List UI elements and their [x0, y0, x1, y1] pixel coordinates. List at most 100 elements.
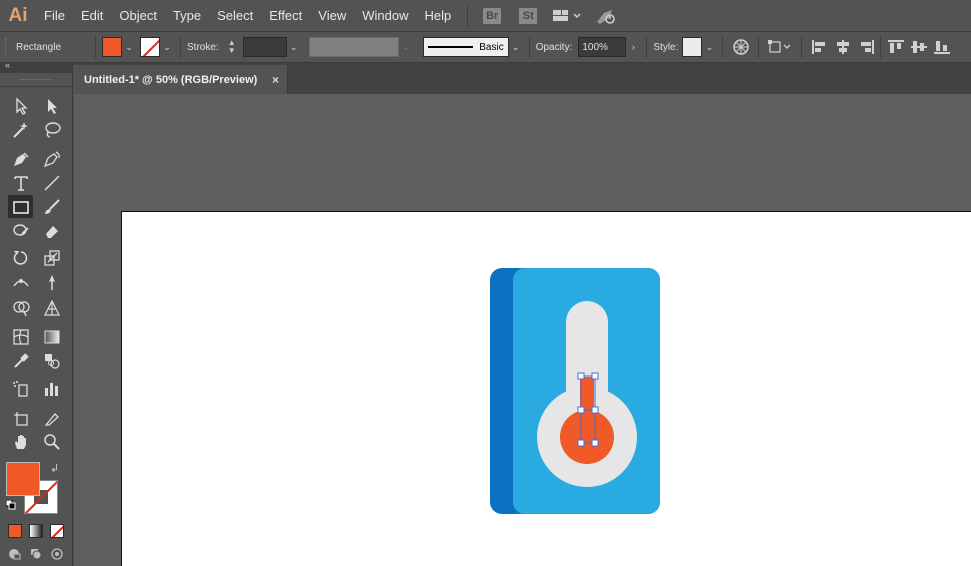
type-tool[interactable]: [8, 171, 33, 194]
tools-panel-grip[interactable]: [0, 73, 72, 87]
scale-tool[interactable]: [39, 246, 64, 269]
transform-button[interactable]: [765, 35, 795, 59]
brush-definition[interactable]: Basic: [422, 37, 509, 57]
slice-tool[interactable]: [39, 407, 64, 430]
eyedropper-tool[interactable]: [8, 349, 33, 372]
zoom-tool[interactable]: [39, 430, 64, 453]
gpu-performance-button[interactable]: [594, 7, 618, 25]
menu-help[interactable]: Help: [416, 0, 459, 31]
brush-dropdown-icon[interactable]: ⌄: [509, 37, 523, 57]
stroke-dropdown-icon[interactable]: ⌄: [160, 37, 174, 57]
stroke-weight-spinner[interactable]: ▲ ▼: [225, 37, 239, 57]
thermometer-artwork[interactable]: [122, 212, 971, 566]
mesh-tool[interactable]: [8, 325, 33, 348]
canvas-area[interactable]: [74, 94, 971, 566]
selection-arrow-icon: [15, 96, 28, 115]
gradient-mode-button[interactable]: [29, 524, 43, 538]
control-bar-grip[interactable]: [5, 38, 7, 56]
align-top-button[interactable]: [884, 35, 907, 59]
shape-builder-icon: [12, 300, 30, 316]
variable-width-profile[interactable]: [308, 37, 399, 57]
fill-color-swatch[interactable]: [102, 37, 122, 57]
symbol-sprayer-tool[interactable]: [8, 377, 33, 400]
profile-dropdown-icon[interactable]: ⌄: [399, 37, 413, 57]
selection-tool[interactable]: [8, 94, 33, 117]
pen-nib-icon: [13, 151, 29, 166]
rotate-icon: [13, 250, 27, 265]
menu-view[interactable]: View: [310, 0, 354, 31]
column-graph-icon: [44, 382, 58, 396]
perspective-grid-tool[interactable]: [39, 296, 64, 319]
color-mode-button[interactable]: [8, 524, 22, 538]
menu-file[interactable]: File: [36, 0, 73, 31]
lasso-tool[interactable]: [39, 118, 64, 141]
align-left-button[interactable]: [808, 35, 831, 59]
opacity-flyout-icon[interactable]: ›: [626, 37, 640, 57]
menu-type[interactable]: Type: [165, 0, 209, 31]
rotate-tool[interactable]: [8, 246, 33, 269]
column-graph-tool[interactable]: [39, 377, 64, 400]
direct-selection-tool[interactable]: [39, 94, 64, 117]
app-logo: Ai: [8, 4, 28, 26]
artboard-tool[interactable]: [8, 407, 33, 430]
align-bottom-button[interactable]: [930, 35, 953, 59]
mesh-icon: [12, 328, 29, 345]
arrange-documents-button[interactable]: [552, 8, 582, 24]
artboard[interactable]: [121, 211, 971, 566]
eraser-tool[interactable]: [39, 219, 64, 242]
collapse-panel-icon[interactable]: «: [5, 60, 10, 70]
gradient-tool[interactable]: [39, 325, 64, 348]
magic-wand-tool[interactable]: [8, 118, 33, 141]
reference-point-icon: [768, 40, 791, 53]
swap-fill-stroke-icon[interactable]: ↲: [50, 462, 59, 475]
document-tab[interactable]: Untitled-1* @ 50% (RGB/Preview) ×: [73, 65, 288, 94]
width-tool[interactable]: [8, 271, 33, 294]
draw-behind-button[interactable]: [29, 548, 43, 560]
rectangle-icon: [12, 200, 29, 214]
perspective-grid-icon: [43, 299, 60, 316]
type-t-icon: [13, 175, 28, 191]
blend-tool[interactable]: [39, 349, 64, 372]
paintbrush-tool[interactable]: [39, 195, 64, 218]
line-segment-tool[interactable]: [39, 171, 64, 194]
control-divider: [528, 36, 530, 58]
stroke-color-swatch[interactable]: [140, 37, 160, 57]
hand-tool[interactable]: [8, 430, 33, 453]
free-transform-tool[interactable]: [39, 271, 64, 294]
shaper-tool[interactable]: [8, 219, 33, 242]
stroke-weight-input[interactable]: [242, 37, 287, 57]
recolor-artwork-button[interactable]: [729, 35, 752, 59]
menu-edit[interactable]: Edit: [73, 0, 111, 31]
opacity-label[interactable]: Opacity:: [536, 42, 573, 53]
menu-bar: Ai File Edit Object Type Select Effect V…: [0, 0, 971, 31]
graphic-style-swatch[interactable]: [682, 37, 703, 57]
pen-tool[interactable]: [8, 147, 33, 170]
align-vertical-center-button[interactable]: [907, 35, 930, 59]
menu-effect[interactable]: Effect: [261, 0, 310, 31]
fill-swatch-large[interactable]: [6, 462, 40, 496]
fill-dropdown-icon[interactable]: ⌄: [122, 37, 136, 57]
close-tab-icon[interactable]: ×: [272, 73, 279, 87]
menu-object[interactable]: Object: [111, 0, 165, 31]
menu-select[interactable]: Select: [209, 0, 261, 31]
stock-button[interactable]: St: [519, 7, 538, 24]
none-mode-button[interactable]: [50, 524, 64, 538]
rectangle-tool[interactable]: [8, 195, 33, 218]
curvature-tool[interactable]: [39, 147, 64, 170]
menu-window[interactable]: Window: [354, 0, 416, 31]
shape-builder-tool[interactable]: [8, 296, 33, 319]
align-right-button[interactable]: [854, 35, 877, 59]
opacity-input[interactable]: 100%: [578, 37, 627, 57]
lasso-icon: [44, 121, 61, 138]
stroke-weight-dropdown-icon[interactable]: ⌄: [287, 37, 301, 57]
draw-inside-button[interactable]: [50, 548, 64, 560]
draw-normal-button[interactable]: [8, 548, 22, 560]
blend-icon: [44, 353, 60, 369]
current-tool-name: Rectangle: [16, 41, 62, 53]
default-fill-stroke-icon[interactable]: [6, 500, 16, 510]
bridge-button[interactable]: Br: [483, 7, 502, 24]
style-dropdown-icon[interactable]: ⌄: [702, 37, 716, 57]
align-horizontal-center-button[interactable]: [831, 35, 854, 59]
brush-name: Basic: [479, 41, 504, 53]
rocket-icon: [597, 9, 615, 24]
